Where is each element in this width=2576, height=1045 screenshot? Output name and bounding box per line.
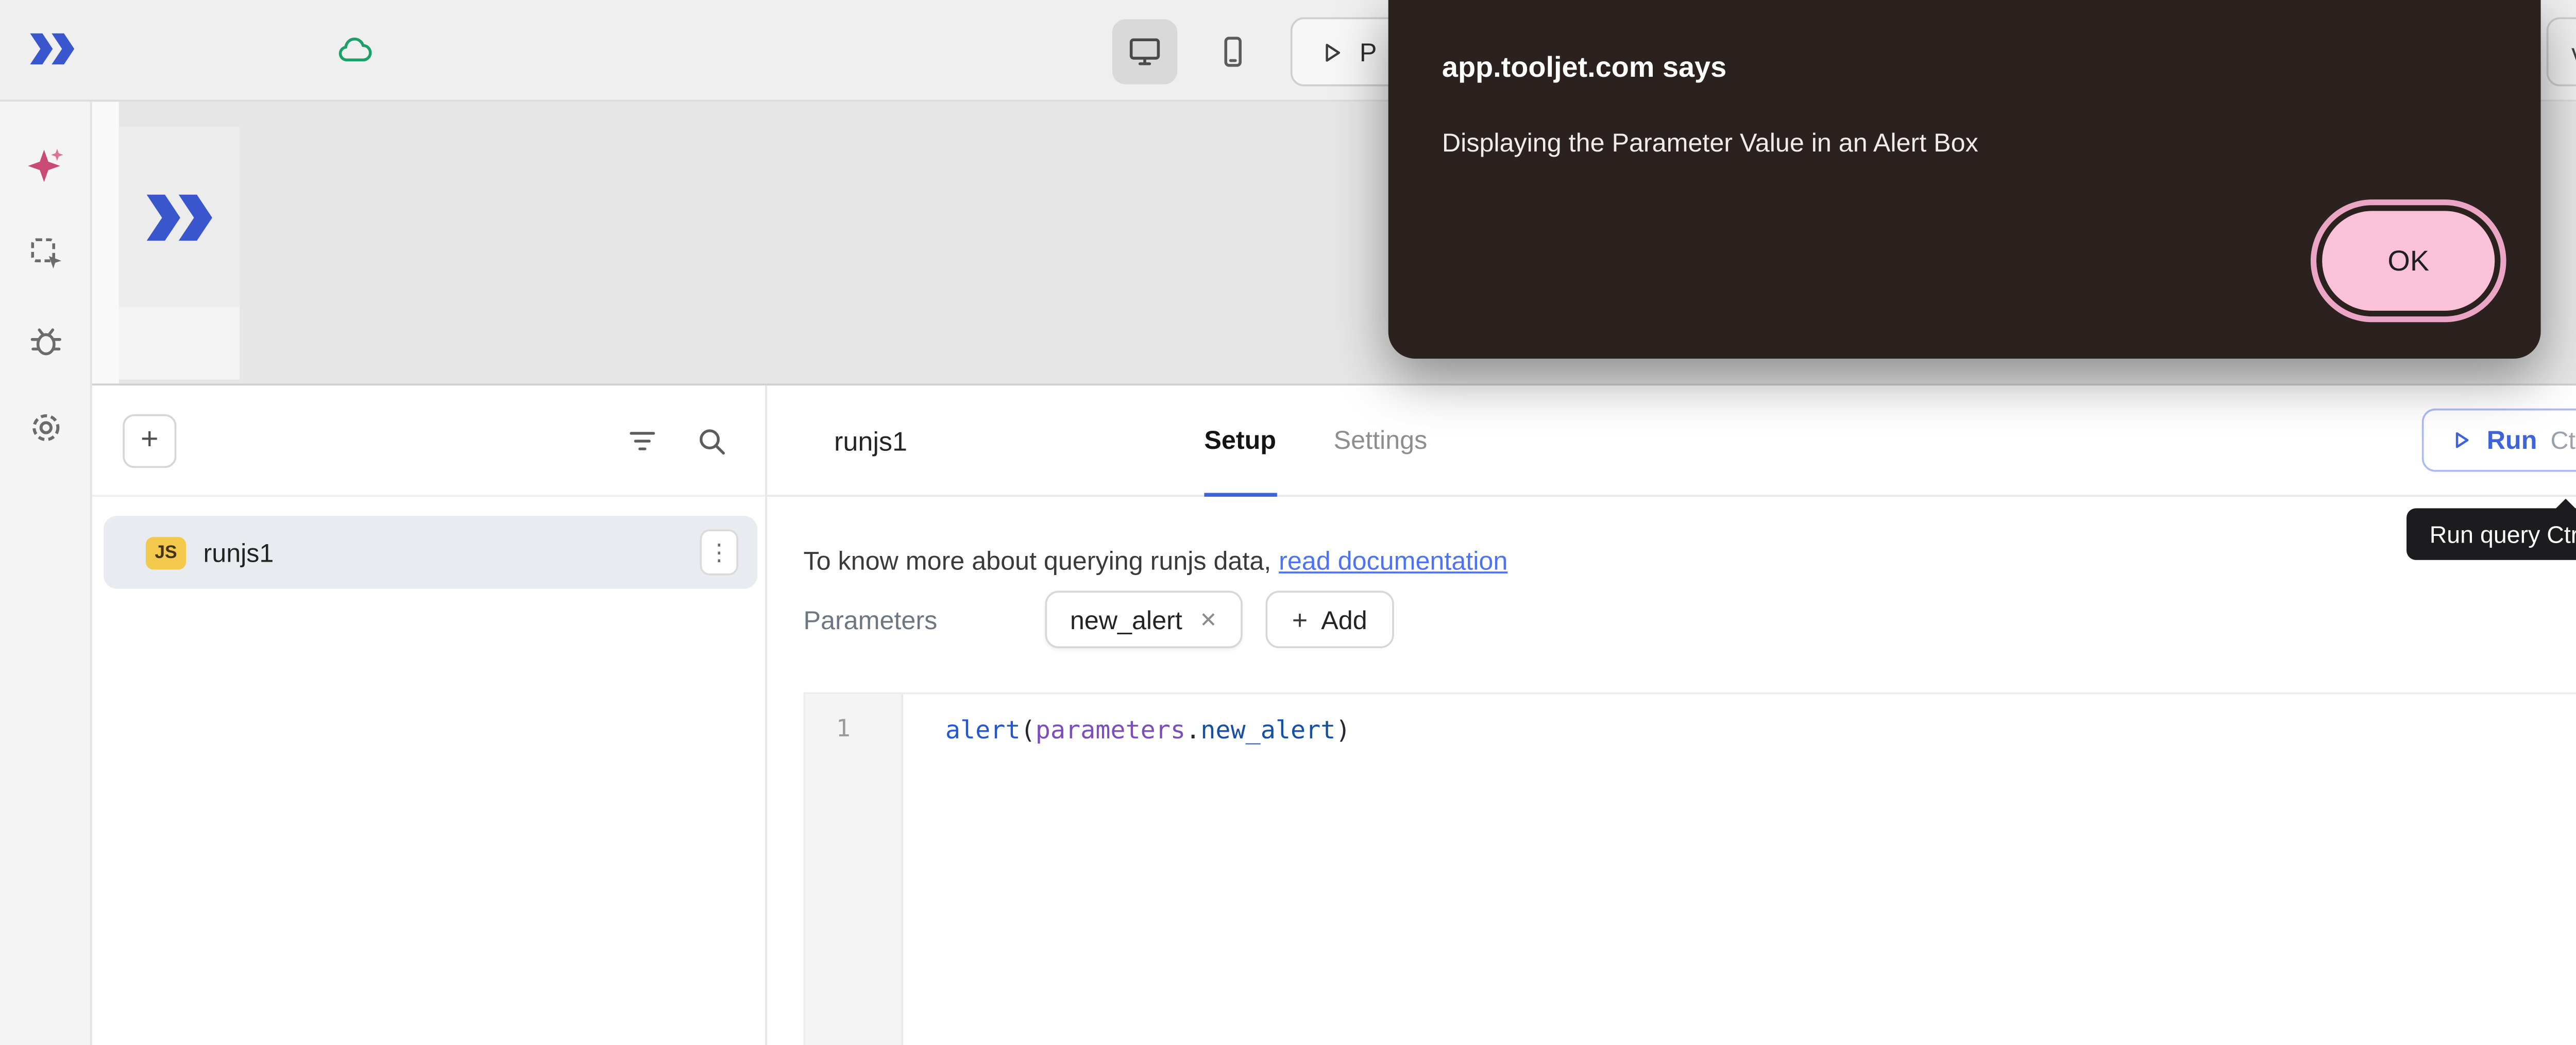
query-editor-panel: runjs1 Setup Settings Run Ctrl+Enter (767, 385, 2576, 1045)
run-query-button[interactable]: Run Ctrl+Enter (2421, 409, 2576, 472)
query-title[interactable]: runjs1 (834, 425, 907, 456)
desktop-view-toggle[interactable] (1112, 19, 1178, 85)
alert-dialog-message: Displaying the Parameter Value in an Ale… (1442, 128, 1978, 157)
tab-setup[interactable]: Setup (1204, 385, 1276, 495)
query-list-toolbar: + (92, 385, 765, 497)
add-query-button[interactable]: + (123, 414, 176, 468)
tooljet-logo[interactable] (27, 31, 78, 68)
code-token-dot: . (1185, 717, 1200, 746)
cloud-sync-icon[interactable] (335, 31, 374, 69)
doc-hint-text: To know more about querying runjs data, (803, 547, 1271, 576)
parameter-chip[interactable]: new_alert ✕ (1045, 591, 1242, 648)
preview-button-label: P (1360, 38, 1377, 66)
query-panel: + JS runjs1 (92, 383, 2576, 1045)
close-icon[interactable]: ✕ (1199, 607, 1217, 632)
plus-icon: + (141, 426, 159, 457)
alert-ok-button[interactable]: OK (2322, 211, 2495, 311)
query-list-item[interactable]: JS runjs1 ⋮ (104, 516, 757, 588)
code-token-paren-close: ) (1335, 717, 1350, 746)
parameters-label: Parameters (803, 605, 1045, 634)
ai-sparkle-icon[interactable] (22, 142, 68, 188)
query-list-panel: + JS runjs1 (92, 385, 767, 1045)
logo-image-widget[interactable] (119, 127, 240, 307)
version-label[interactable]: v1 (2548, 38, 2576, 66)
plus-icon: + (1292, 606, 1308, 633)
add-parameter-label: Add (1321, 605, 1367, 634)
tab-settings[interactable]: Settings (1334, 385, 1428, 495)
inspector-icon[interactable] (22, 230, 68, 276)
code-token-property: new_alert (1200, 717, 1335, 746)
tooljet-logo-canvas (141, 191, 218, 242)
browser-alert-dialog: app.tooljet.com says Displaying the Para… (1388, 0, 2541, 359)
run-button-shortcut: Ctrl+Enter (2551, 426, 2576, 454)
canvas-left-gutter (92, 102, 119, 383)
tooljet-app-builder: P v1 Development (0, 0, 2576, 1045)
query-editor-actions: Run Ctrl+Enter Preview (2421, 409, 2576, 472)
parameter-chip-label: new_alert (1070, 605, 1182, 634)
play-icon (2448, 428, 2473, 452)
filter-icon[interactable] (625, 424, 659, 459)
query-name: runjs1 (204, 538, 274, 567)
code-editor-content[interactable]: alert(parameters.new_alert) (903, 694, 2576, 1045)
query-editor-header: runjs1 Setup Settings Run Ctrl+Enter (767, 385, 2576, 497)
debugger-bug-icon[interactable] (22, 318, 68, 364)
mobile-view-toggle[interactable] (1200, 19, 1266, 85)
documentation-hint: To know more about querying runjs data, r… (803, 547, 1507, 576)
settings-gear-icon[interactable] (22, 404, 68, 450)
js-query-badge: JS (146, 536, 186, 568)
left-sidebar-rail (0, 102, 92, 1045)
code-editor: 1 alert(parameters.new_alert) (803, 693, 2576, 1045)
canvas-widget-placeholder (119, 307, 240, 380)
query-options-kebab-button[interactable]: ⋮ (700, 529, 738, 575)
code-token-function: alert (945, 717, 1021, 746)
version-environment-selector: v1 Development (2547, 17, 2576, 86)
code-token-object: parameters (1036, 717, 1185, 746)
run-button-label: Run (2487, 426, 2537, 454)
search-icon[interactable] (694, 424, 728, 459)
kebab-icon: ⋮ (707, 539, 731, 566)
run-query-tooltip: Run query Ctrl+Enter (2406, 508, 2576, 560)
mobile-icon (1214, 32, 1252, 71)
tooltip-text: Run query Ctrl+Enter (2430, 521, 2576, 548)
scale-wrapper: P v1 Development (0, 0, 2576, 1045)
line-number: 1 (805, 714, 901, 743)
parameters-row: Parameters new_alert ✕ + Add (803, 591, 1394, 648)
desktop-icon (1126, 32, 1164, 71)
alert-dialog-title: app.tooljet.com says (1442, 52, 1726, 84)
read-documentation-link[interactable]: read documentation (1279, 547, 1507, 576)
code-editor-gutter: 1 (805, 694, 903, 1045)
add-parameter-button[interactable]: + Add (1265, 591, 1394, 648)
code-token-paren-open: ( (1021, 717, 1036, 746)
query-editor-tabs: Setup Settings (1204, 385, 1427, 495)
play-icon (1317, 38, 1346, 66)
